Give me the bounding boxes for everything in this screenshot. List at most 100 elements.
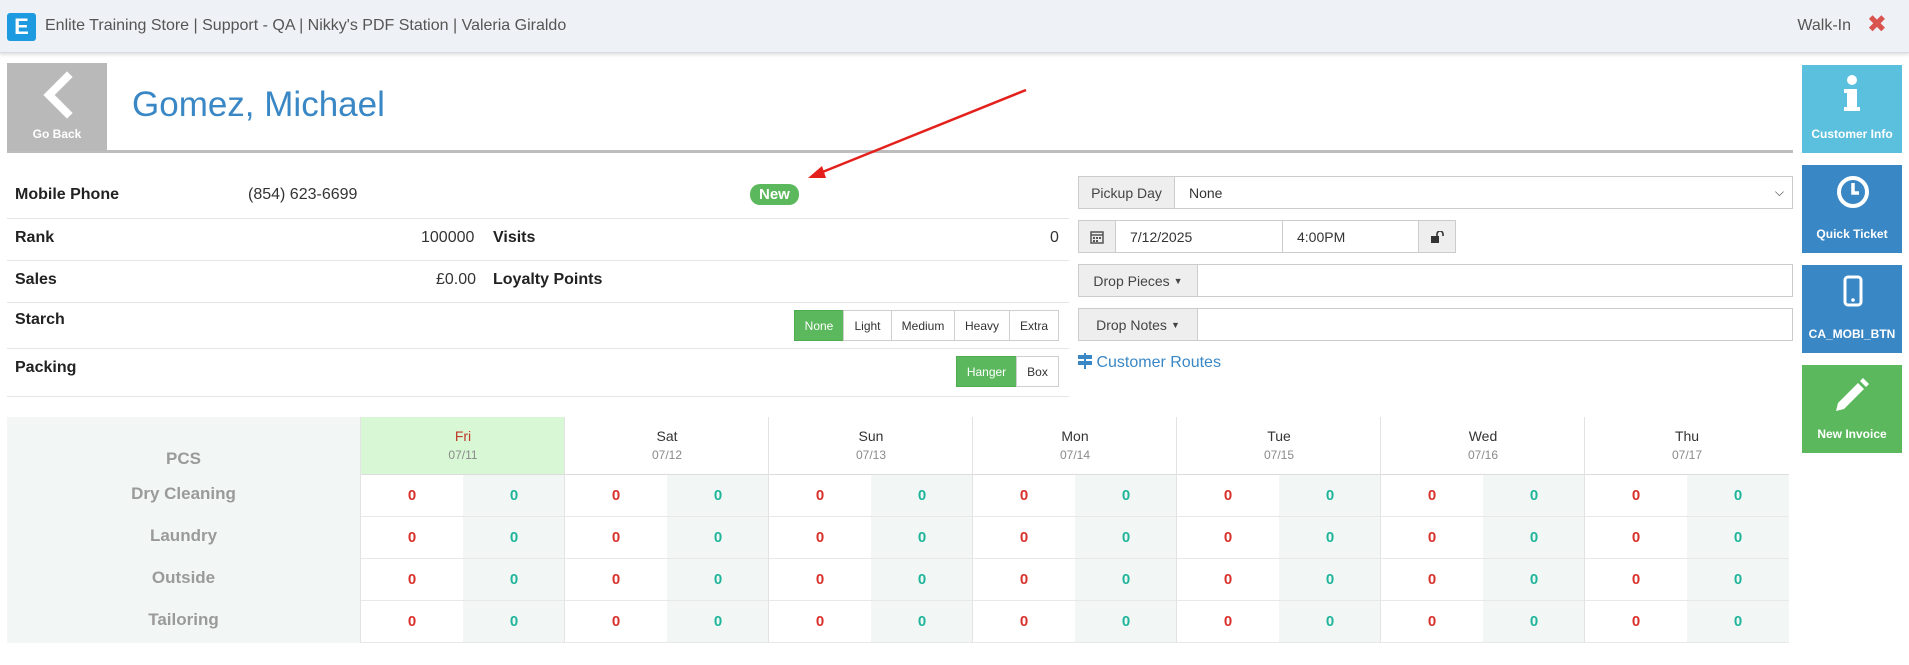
starch-medium-button[interactable]: Medium	[891, 310, 955, 341]
starch-heavy-button[interactable]: Heavy	[954, 310, 1010, 341]
starch-extra-button[interactable]: Extra	[1009, 310, 1059, 341]
pieces-ready-cell[interactable]: 0	[463, 559, 565, 601]
day-header: Tue 07/15	[1177, 417, 1381, 475]
starch-label: Starch	[15, 311, 65, 328]
pieces-count-cell[interactable]: 0	[1585, 517, 1687, 559]
pieces-ready-cell[interactable]: 0	[1279, 601, 1381, 643]
pieces-count-cell[interactable]: 0	[1381, 517, 1483, 559]
unlock-icon[interactable]	[1418, 220, 1456, 253]
pieces-count-cell[interactable]: 0	[361, 559, 463, 601]
mobile-button-tile[interactable]: CA_MOBI_BTN	[1802, 265, 1902, 353]
pieces-count-cell[interactable]: 0	[973, 517, 1075, 559]
drop-date-input[interactable]: 7/12/2025	[1115, 220, 1283, 253]
go-back-label: Go Back	[32, 127, 82, 141]
day-name: Fri	[454, 428, 472, 444]
pieces-ready-cell[interactable]: 0	[1075, 601, 1177, 643]
pieces-ready-cell[interactable]: 0	[1687, 559, 1789, 601]
close-icon[interactable]: ✖	[1867, 12, 1887, 38]
pieces-ready-cell[interactable]: 0	[871, 517, 973, 559]
packing-box-button[interactable]: Box	[1016, 356, 1059, 387]
pieces-ready-cell[interactable]: 0	[1483, 475, 1585, 517]
pieces-count-cell[interactable]: 0	[973, 559, 1075, 601]
new-invoice-tile[interactable]: New Invoice	[1802, 365, 1902, 453]
pieces-count-cell[interactable]: 0	[565, 475, 667, 517]
pieces-count-cell[interactable]: 0	[1381, 601, 1483, 643]
pieces-count-cell[interactable]: 0	[973, 601, 1075, 643]
pieces-ready-cell[interactable]: 0	[463, 517, 565, 559]
pieces-ready-cell[interactable]: 0	[871, 559, 973, 601]
customer-routes-link[interactable]: Customer Routes	[1078, 353, 1221, 372]
caret-down-icon: ▼	[1170, 319, 1180, 330]
pieces-count-cell[interactable]: 0	[565, 559, 667, 601]
pieces-ready-cell[interactable]: 0	[871, 601, 973, 643]
pieces-ready-cell[interactable]: 0	[463, 601, 565, 643]
pieces-ready-cell[interactable]: 0	[667, 559, 769, 601]
pieces-count-cell[interactable]: 0	[361, 601, 463, 643]
starch-none-button[interactable]: None	[794, 310, 844, 341]
pieces-ready-cell[interactable]: 0	[463, 475, 565, 517]
packing-hanger-button[interactable]: Hanger	[956, 356, 1017, 387]
pieces-count-cell[interactable]: 0	[565, 601, 667, 643]
drop-time-input[interactable]: 4:00PM	[1282, 220, 1419, 253]
pieces-ready-cell[interactable]: 0	[667, 517, 769, 559]
drop-pieces-input[interactable]	[1197, 264, 1793, 297]
pickup-day-select[interactable]: None ⌵	[1174, 176, 1793, 209]
day-column: Wed 07/16 0 0 0 0 0 0 0 0	[1380, 417, 1585, 643]
chevron-down-icon: ⌵	[1774, 185, 1784, 199]
pieces-ready-cell[interactable]: 0	[1279, 475, 1381, 517]
customer-routes-label: Customer Routes	[1096, 354, 1221, 371]
pcs-label: PCS	[166, 449, 201, 468]
drop-pieces-button[interactable]: Drop Pieces ▼	[1078, 264, 1198, 297]
pieces-count-cell[interactable]: 0	[1381, 475, 1483, 517]
pieces-count-cell[interactable]: 0	[565, 517, 667, 559]
pieces-ready-cell[interactable]: 0	[1279, 517, 1381, 559]
pieces-count-cell[interactable]: 0	[769, 601, 871, 643]
rank-visits-row: Rank 100000 Visits 0	[7, 219, 1069, 261]
pieces-count-cell[interactable]: 0	[1585, 559, 1687, 601]
drop-notes-button[interactable]: Drop Notes ▼	[1078, 308, 1198, 341]
day-name: Sat	[656, 428, 678, 444]
pieces-count-cell[interactable]: 0	[1381, 559, 1483, 601]
pieces-ready-cell[interactable]: 0	[1687, 475, 1789, 517]
pieces-ready-cell[interactable]: 0	[871, 475, 973, 517]
pieces-count-cell[interactable]: 0	[769, 517, 871, 559]
customer-info-tile[interactable]: Customer Info	[1802, 65, 1902, 153]
pieces-count-cell[interactable]: 0	[1177, 559, 1279, 601]
starch-light-button[interactable]: Light	[843, 310, 892, 341]
pieces-count-cell[interactable]: 0	[1177, 475, 1279, 517]
pieces-ready-cell[interactable]: 0	[667, 475, 769, 517]
sales-value: £0.00	[436, 271, 477, 288]
pieces-ready-cell[interactable]: 0	[1279, 559, 1381, 601]
rank-value: 100000	[421, 229, 475, 246]
pieces-count-cell[interactable]: 0	[1585, 475, 1687, 517]
drop-notes-input[interactable]	[1197, 308, 1793, 341]
pieces-ready-cell[interactable]: 0	[1075, 559, 1177, 601]
pieces-ready-cell[interactable]: 0	[1483, 559, 1585, 601]
go-back-button[interactable]: Go Back	[7, 63, 107, 151]
pieces-ready-cell[interactable]: 0	[667, 601, 769, 643]
visits-label: Visits	[493, 229, 536, 246]
pieces-count-cell[interactable]: 0	[769, 475, 871, 517]
day-column: Thu 07/17 0 0 0 0 0 0 0 0	[1584, 417, 1789, 643]
pieces-count-cell[interactable]: 0	[1177, 517, 1279, 559]
pieces-count-cell[interactable]: 0	[361, 517, 463, 559]
pieces-ready-cell[interactable]: 0	[1075, 517, 1177, 559]
mobile-phone-icon	[1843, 275, 1863, 307]
day-header: Mon 07/14	[973, 417, 1177, 475]
calendar-icon[interactable]	[1078, 220, 1116, 253]
pieces-count-cell[interactable]: 0	[1177, 601, 1279, 643]
pieces-count-cell[interactable]: 0	[1585, 601, 1687, 643]
pieces-count-cell[interactable]: 0	[361, 475, 463, 517]
pieces-ready-cell[interactable]: 0	[1483, 601, 1585, 643]
pieces-ready-cell[interactable]: 0	[1687, 601, 1789, 643]
pieces-ready-cell[interactable]: 0	[1075, 475, 1177, 517]
quick-ticket-tile[interactable]: Quick Ticket	[1802, 165, 1902, 253]
pieces-count-cell[interactable]: 0	[973, 475, 1075, 517]
pieces-ready-cell[interactable]: 0	[1687, 517, 1789, 559]
walk-in-mode[interactable]: Walk-In	[1797, 17, 1851, 35]
pieces-ready-cell[interactable]: 0	[1483, 517, 1585, 559]
service-label-tailoring: Tailoring	[148, 610, 219, 629]
day-name: Mon	[1061, 428, 1089, 444]
pieces-count-cell[interactable]: 0	[769, 559, 871, 601]
starch-row: Starch None Light Medium Heavy Extra	[7, 303, 1069, 349]
